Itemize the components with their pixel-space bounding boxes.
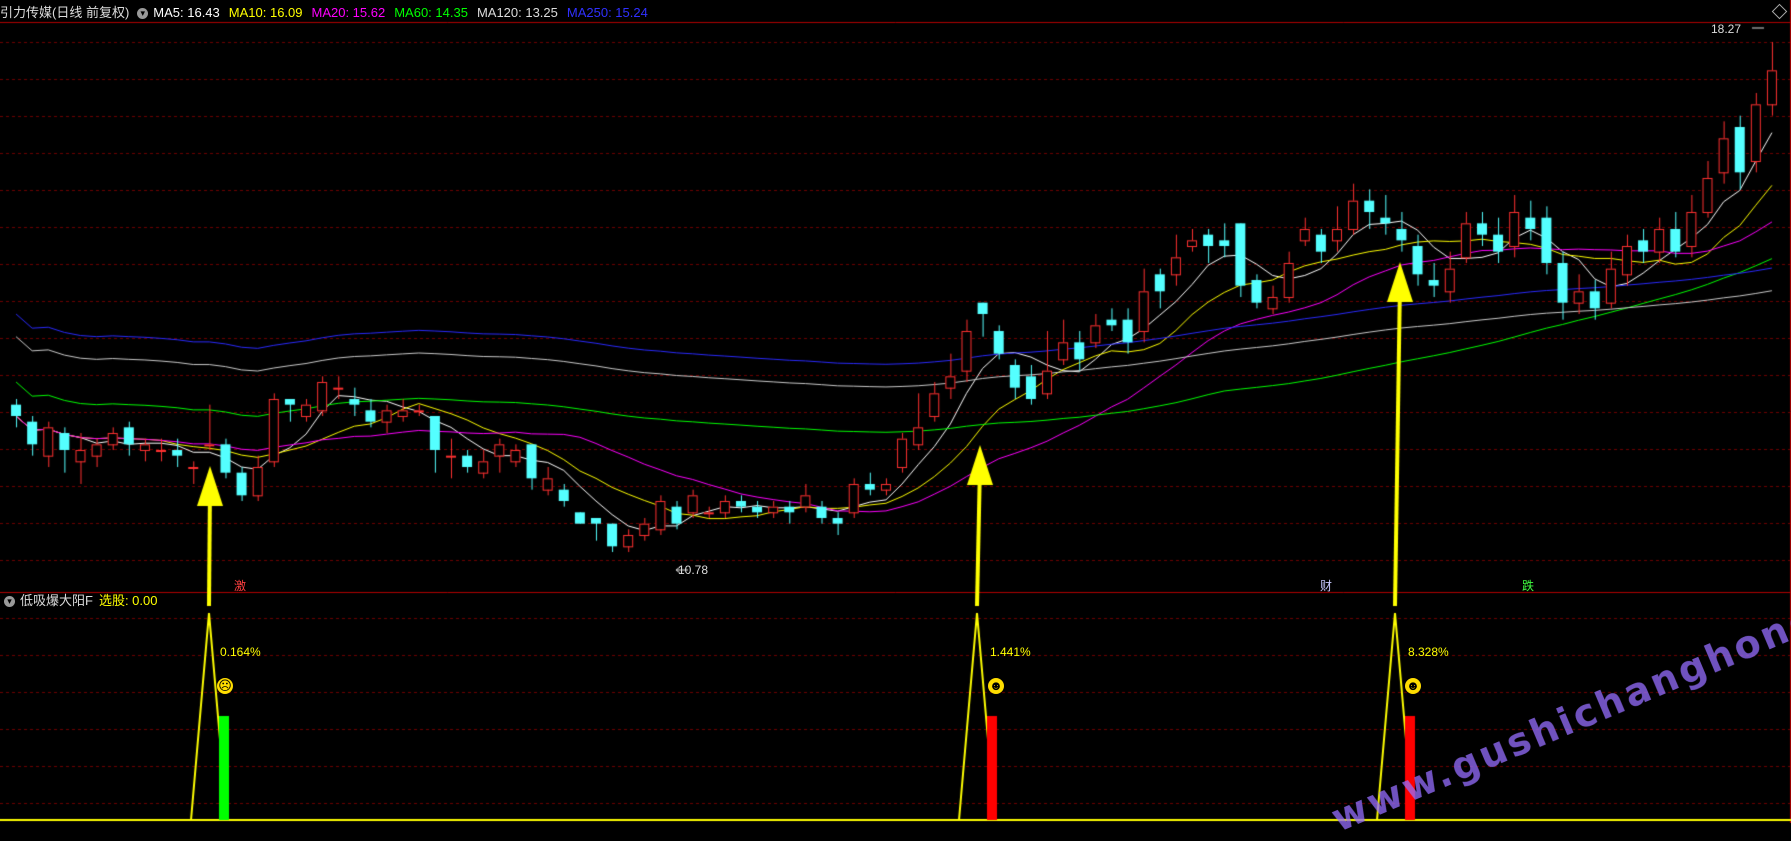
event-label-cai: 财 bbox=[1320, 579, 1333, 593]
sad-face-icon: ☹ bbox=[217, 678, 233, 694]
event-label-die: 跌 bbox=[1522, 579, 1535, 593]
event-label-ji: 激 bbox=[234, 579, 247, 593]
high-price-label: 18.27 bbox=[1711, 22, 1742, 36]
signal-1-percent: 0.164% bbox=[220, 645, 261, 659]
main-chart-header: 引力传媒(日线 前复权) ▾ MA5: 16.43 MA10: 16.09 MA… bbox=[0, 2, 657, 24]
signal-3-percent: 8.328% bbox=[1408, 645, 1449, 659]
ma250-label: MA250: 15.24 bbox=[566, 5, 648, 20]
low-price-label: 10.78 bbox=[678, 563, 709, 577]
candlestick-chart[interactable] bbox=[0, 0, 1791, 823]
indicator-header: ▾ 低吸爆大阳F 选股: 0.00 bbox=[0, 590, 166, 612]
indicator-value: 选股: 0.00 bbox=[98, 593, 158, 608]
ma20-label: MA20: 15.62 bbox=[311, 5, 386, 20]
smile-face-icon: ☻ bbox=[988, 678, 1004, 694]
ma120-label: MA120: 13.25 bbox=[476, 5, 558, 20]
stock-name: 引力传媒(日线 前复权) bbox=[0, 5, 130, 20]
collapse-toggle-icon[interactable]: ▾ bbox=[137, 7, 149, 19]
indicator-collapse-toggle-icon[interactable]: ▾ bbox=[4, 595, 15, 607]
indicator-name: 低吸爆大阳F bbox=[20, 593, 93, 608]
ma10-label: MA10: 16.09 bbox=[228, 5, 303, 20]
ma60-label: MA60: 14.35 bbox=[394, 5, 468, 20]
ma5-label: MA5: 16.43 bbox=[153, 5, 220, 20]
signal-2-percent: 1.441% bbox=[990, 645, 1031, 659]
smile-face-icon-2: ☻ bbox=[1405, 678, 1421, 694]
